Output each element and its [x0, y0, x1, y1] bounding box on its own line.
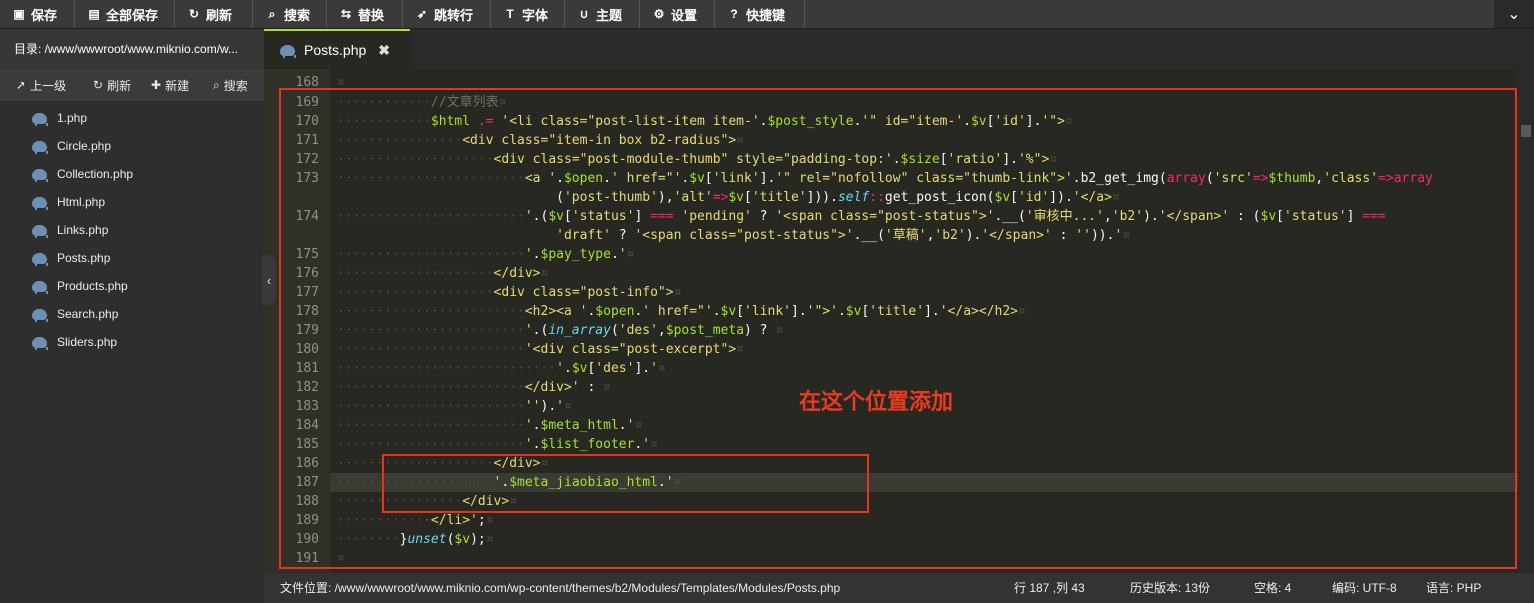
save-all-icon: ▤	[88, 7, 100, 21]
elephant-icon	[32, 252, 48, 266]
elephant-icon	[32, 168, 48, 182]
directory-path: 目录: /www/wwwroot/www.miknio.com/w...	[0, 29, 264, 69]
theme-button[interactable]: ∪ 主题	[565, 0, 640, 28]
save-icon: ▣	[13, 7, 25, 21]
replace-icon: ⇆	[340, 7, 352, 21]
tab-bar: Posts.php ✖	[264, 29, 1534, 69]
annotation-box-insert	[382, 454, 869, 513]
refresh-icon: ↻	[93, 78, 104, 92]
elephant-icon	[32, 196, 48, 210]
explorer-refresh-button[interactable]: ↻ 刷新	[93, 69, 131, 101]
file-item[interactable]: Posts.php	[32, 244, 110, 272]
cursor-position: 行 187 ,列 43	[1014, 581, 1085, 595]
magnet-icon: ∪	[579, 7, 589, 21]
search-icon: ⌕	[268, 6, 276, 21]
file-item[interactable]: Sliders.php	[32, 328, 117, 356]
file-location: 文件位置: /www/wwwroot/www.miknio.com/wp-con…	[280, 581, 841, 595]
goto-icon: ➶	[416, 7, 428, 21]
plus-icon: ✚	[151, 78, 162, 92]
search-button[interactable]: ⌕ 搜索	[253, 0, 327, 28]
annotation-label: 在这个位置添加	[799, 389, 954, 414]
font-button[interactable]: T 字体	[491, 0, 565, 28]
elephant-icon	[32, 308, 48, 322]
elephant-icon	[32, 140, 48, 154]
refresh-icon: ↻	[188, 7, 200, 21]
close-icon[interactable]: ✖	[378, 42, 390, 59]
explorer-search-button[interactable]: ⌕ 搜索	[213, 69, 248, 101]
file-item[interactable]: Products.php	[32, 272, 128, 300]
encoding[interactable]: 编码: UTF-8	[1332, 573, 1397, 603]
top-toolbar: ▣ 保存 ▤ 全部保存 ↻ 刷新 ⌕ 搜索 ⇆ 替换 ➶ 跳转行 T 字体 ∪ 主题 ⚙ 设置 ?…	[0, 0, 1534, 29]
language-mode[interactable]: 语言: PHP	[1426, 573, 1481, 603]
elephant-icon	[32, 224, 48, 238]
file-item[interactable]: 1.php	[32, 104, 87, 132]
file-item[interactable]: Links.php	[32, 216, 108, 244]
scrollbar-thumb[interactable]	[1521, 125, 1531, 137]
indent-spaces[interactable]: 空格: 4	[1254, 573, 1291, 603]
tab-posts-php[interactable]: Posts.php ✖	[264, 29, 410, 69]
elephant-icon	[280, 44, 296, 58]
elephant-icon	[32, 280, 48, 294]
status-bar: 文件位置: /www/wwwroot/www.miknio.com/wp-con…	[264, 573, 1534, 603]
up-level-button[interactable]: ➚ 上一级	[16, 69, 66, 101]
elephant-icon	[32, 336, 48, 350]
history-versions[interactable]: 历史版本: 13份	[1130, 573, 1210, 603]
file-item[interactable]: Search.php	[32, 300, 118, 328]
shortcuts-button[interactable]: ? 快捷键	[715, 0, 805, 28]
chevron-left-icon: ‹	[266, 272, 272, 288]
sidebar-toggle[interactable]: ‹	[262, 255, 276, 305]
file-explorer: 目录: /www/wwwroot/www.miknio.com/w... ➚ 上一…	[0, 29, 264, 603]
elephant-icon	[32, 112, 48, 126]
code-editor-app: ▣ 保存 ▤ 全部保存 ↻ 刷新 ⌕ 搜索 ⇆ 替换 ➶ 跳转行 T 字体 ∪ 主题 ⚙ 设置 ?…	[0, 0, 1534, 603]
goto-line-button[interactable]: ➶ 跳转行	[403, 0, 491, 28]
gear-icon: ⚙	[653, 7, 665, 21]
replace-button[interactable]: ⇆ 替换	[327, 0, 403, 28]
font-icon: T	[506, 7, 514, 21]
refresh-button[interactable]: ↻ 刷新	[175, 0, 253, 28]
collapse-toolbar-button[interactable]: ⌄	[1494, 0, 1534, 28]
settings-button[interactable]: ⚙ 设置	[640, 0, 715, 28]
help-icon: ?	[730, 7, 738, 21]
file-item[interactable]: Circle.php	[32, 132, 111, 160]
explorer-actions: ➚ 上一级 ↻ 刷新 ✚ 新建 ⌕ 搜索	[0, 69, 264, 101]
editor-scrollbar[interactable]	[1518, 69, 1534, 573]
chevron-down-icon: ⌄	[1507, 6, 1521, 23]
file-item[interactable]: Collection.php	[32, 160, 133, 188]
save-all-button[interactable]: ▤ 全部保存	[75, 0, 175, 28]
arrow-up-icon: ➚	[16, 78, 27, 92]
save-button[interactable]: ▣ 保存	[0, 0, 75, 28]
file-item[interactable]: Html.php	[32, 188, 105, 216]
search-icon: ⌕	[213, 77, 220, 92]
new-file-button[interactable]: ✚ 新建	[151, 69, 189, 101]
